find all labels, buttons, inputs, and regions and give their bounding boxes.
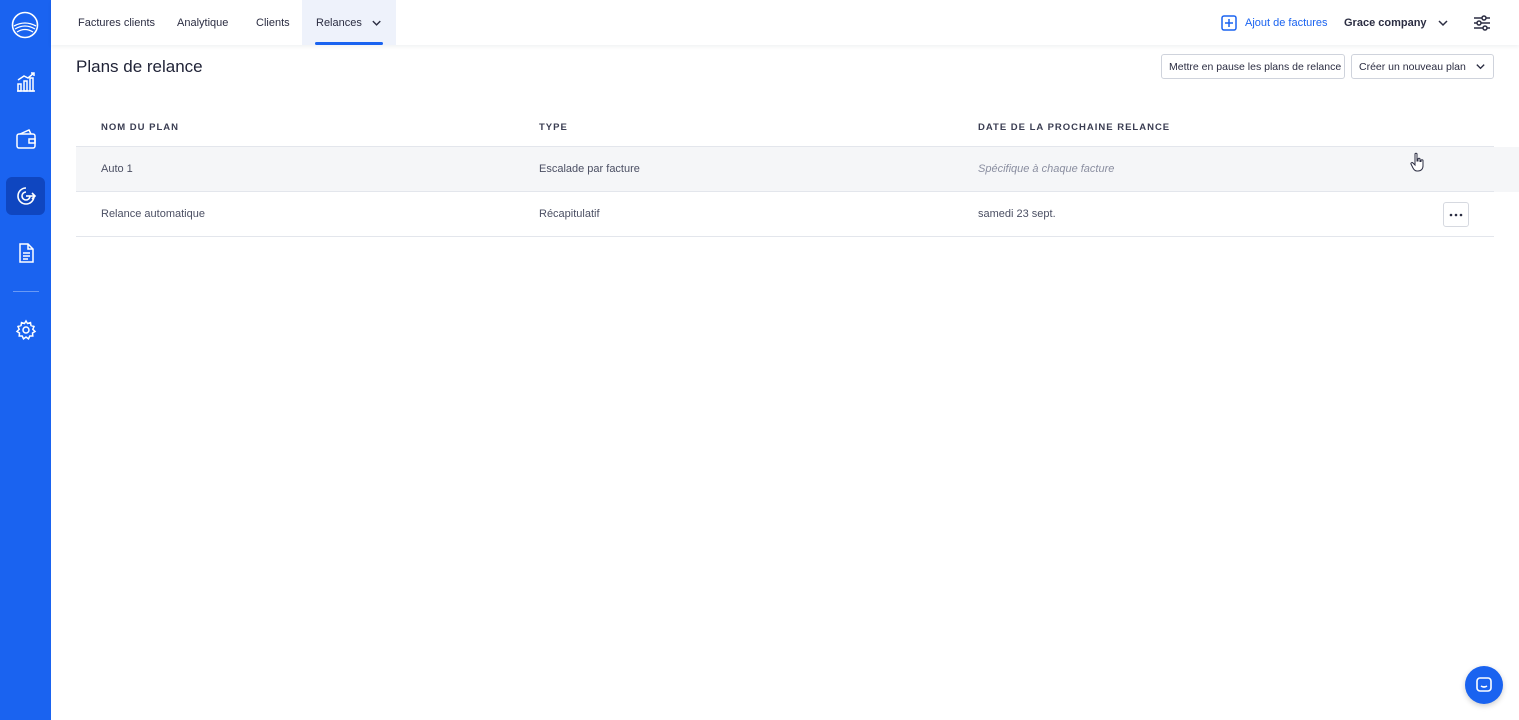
chevron-down-icon: [1476, 64, 1485, 70]
settings-gear-icon: [15, 319, 36, 340]
add-invoices-label: Ajout de factures: [1245, 16, 1328, 29]
sidebar-divider: [13, 291, 39, 292]
tab-clients[interactable]: Clients: [242, 0, 304, 45]
sidebar: [0, 0, 51, 720]
pause-plans-button[interactable]: Mettre en pause les plans de relance: [1161, 54, 1345, 79]
tab-relances[interactable]: Relances: [302, 0, 396, 45]
hand-cursor-icon: [1410, 152, 1424, 172]
company-selector[interactable]: Grace company: [1344, 0, 1449, 45]
create-plan-button[interactable]: Créer un nouveau plan: [1351, 54, 1494, 79]
wallet-icon: [15, 129, 36, 149]
chevron-down-icon: [372, 20, 381, 26]
table-header: NOM DU PLAN TYPE DATE DE LA PROCHAINE RE…: [76, 107, 1494, 147]
row-more-actions-button[interactable]: [1443, 202, 1469, 227]
next-reminder-date: Spécifique à chaque facture: [978, 163, 1115, 175]
plans-table: NOM DU PLAN TYPE DATE DE LA PROCHAINE RE…: [76, 107, 1494, 237]
sidebar-item-reminders[interactable]: [6, 177, 45, 215]
top-navigation-bar: Factures clients Analytique Clients Rela…: [51, 0, 1519, 45]
active-tab-indicator: [315, 42, 383, 45]
add-invoices-button[interactable]: Ajout de factures: [1221, 0, 1328, 45]
plan-type: Escalade par facture: [539, 163, 640, 175]
chevron-down-icon: [1438, 19, 1448, 26]
more-horizontal-icon: [1449, 213, 1463, 216]
create-plan-label: Créer un nouveau plan: [1359, 60, 1466, 73]
column-header-plan-name[interactable]: NOM DU PLAN: [101, 122, 179, 133]
column-header-next-date[interactable]: DATE DE LA PROCHAINE RELANCE: [978, 122, 1170, 133]
tab-factures-clients[interactable]: Factures clients: [64, 0, 169, 45]
app-logo-icon[interactable]: [11, 11, 39, 39]
tab-label: Relances: [316, 16, 362, 29]
pause-plans-label: Mettre en pause les plans de relance: [1169, 60, 1342, 73]
sidebar-item-analytics[interactable]: [6, 63, 45, 101]
next-reminder-date: samedi 23 sept.: [978, 208, 1056, 220]
sidebar-item-wallet[interactable]: [6, 120, 45, 158]
sidebar-item-documents[interactable]: [6, 234, 45, 272]
table-row[interactable]: Auto 1 Escalade par facture Spécifique à…: [76, 147, 1494, 192]
tab-label: Clients: [256, 16, 290, 29]
sidebar-item-settings[interactable]: [6, 311, 45, 349]
reminder-icon: [16, 187, 36, 205]
support-chat-button[interactable]: [1465, 666, 1503, 704]
chat-icon: [1476, 677, 1492, 692]
filter-settings-button[interactable]: [1473, 0, 1491, 45]
table-row[interactable]: Relance automatique Récapitulatif samedi…: [76, 192, 1494, 237]
tab-label: Analytique: [177, 16, 229, 29]
company-name: Grace company: [1344, 16, 1427, 29]
document-icon: [18, 243, 34, 263]
column-header-type[interactable]: TYPE: [539, 122, 568, 133]
analytics-chart-icon: [16, 72, 35, 92]
plus-square-icon: [1221, 14, 1237, 31]
tab-label: Factures clients: [78, 16, 156, 29]
plan-type: Récapitulatif: [539, 208, 600, 220]
plan-name: Relance automatique: [101, 208, 205, 220]
sliders-icon: [1474, 14, 1490, 31]
page-title: Plans de relance: [76, 57, 203, 76]
tab-analytique[interactable]: Analytique: [163, 0, 242, 45]
plan-name: Auto 1: [101, 163, 133, 175]
